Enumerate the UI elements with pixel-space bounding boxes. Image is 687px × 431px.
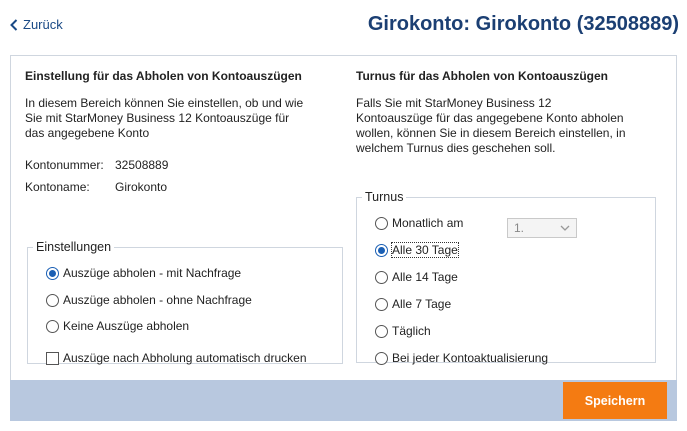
option-label: Keine Auszüge abholen [63, 319, 190, 333]
option-monatlich[interactable]: Monatlich am [375, 216, 463, 230]
option-label: Monatlich am [392, 216, 464, 230]
option-label: Alle 14 Tage [392, 270, 458, 284]
chevron-down-icon [560, 225, 570, 231]
kontoname-value: Girokonto [115, 180, 168, 194]
radio-button[interactable] [46, 319, 59, 333]
right-column: Turnus für das Abholen von Kontoauszügen… [356, 69, 666, 379]
kontoname-label: Kontoname: [25, 180, 90, 194]
turnus-legend: Turnus [365, 190, 404, 204]
option-jede-kontoaktualisierung[interactable]: Bei jeder Kontoaktualisierung [375, 351, 548, 365]
right-heading: Turnus für das Abholen von Kontoauszügen [356, 69, 608, 83]
save-button[interactable]: Speichern [563, 382, 667, 419]
option-alle-30-tage[interactable]: Alle 30 Tage [375, 242, 459, 258]
option-alle-7-tage[interactable]: Alle 7 Tage [375, 297, 451, 311]
option-label: Auszüge abholen - ohne Nachfrage [63, 293, 252, 307]
left-column: Einstellung für das Abholen von Kontoaus… [25, 69, 345, 379]
print-label: Auszüge nach Abholung automatisch drucke… [63, 351, 307, 365]
option-ohne-nachfrage[interactable]: Auszüge abholen - ohne Nachfrage [46, 293, 252, 307]
option-label: Auszüge abholen - mit Nachfrage [63, 266, 242, 280]
radio-button[interactable] [375, 270, 388, 284]
option-keine-auszuege[interactable]: Keine Auszüge abholen [46, 319, 189, 333]
footer-bar: Speichern [10, 380, 677, 421]
print-checkbox-row[interactable]: Auszüge nach Abholung automatisch drucke… [46, 351, 307, 365]
settings-panel: Einstellung für das Abholen von Kontoaus… [10, 55, 677, 380]
page-title: Girokonto: Girokonto (32508889) [367, 13, 679, 35]
option-label: Täglich [392, 324, 431, 338]
option-label: Alle 7 Tage [392, 297, 452, 311]
radio-button[interactable] [46, 266, 59, 280]
radio-button[interactable] [46, 293, 59, 307]
back-link[interactable]: Zurück [10, 17, 63, 32]
einstellungen-legend: Einstellungen [36, 240, 112, 254]
radio-button[interactable] [375, 297, 388, 311]
right-description: Falls Sie mit StarMoney Business 12 Kont… [356, 96, 626, 155]
option-taeglich[interactable]: Täglich [375, 324, 431, 338]
option-label: Bei jeder Kontoaktualisierung [392, 351, 549, 365]
back-label: Zurück [23, 17, 63, 32]
left-description: In diesem Bereich können Sie einstellen,… [25, 96, 304, 140]
radio-button[interactable] [375, 243, 388, 257]
radio-button[interactable] [375, 351, 388, 365]
top-bar: Zurück Girokonto: Girokonto (32508889) [0, 0, 687, 52]
chevron-left-icon [10, 18, 18, 31]
option-mit-nachfrage[interactable]: Auszüge abholen - mit Nachfrage [46, 266, 241, 280]
einstellungen-group: Einstellungen Auszüge abholen - mit Nach… [27, 240, 343, 365]
day-select[interactable]: 1. [507, 218, 577, 238]
day-select-value: 1. [514, 221, 525, 235]
kontonummer-row: Kontonummer: 32508889 [25, 158, 168, 172]
turnus-group: Turnus Monatlich am 1. Alle 30 Tage Alle… [356, 190, 656, 365]
option-alle-14-tage[interactable]: Alle 14 Tage [375, 270, 458, 284]
option-label: Alle 30 Tage [391, 242, 459, 258]
radio-button[interactable] [375, 324, 388, 338]
kontonummer-value: 32508889 [115, 158, 169, 172]
kontonummer-label: Kontonummer: [25, 158, 104, 172]
kontoname-row: Kontoname: Girokonto [25, 180, 167, 194]
left-heading: Einstellung für das Abholen von Kontoaus… [25, 69, 302, 83]
radio-button[interactable] [375, 216, 388, 230]
print-checkbox[interactable] [46, 351, 59, 365]
